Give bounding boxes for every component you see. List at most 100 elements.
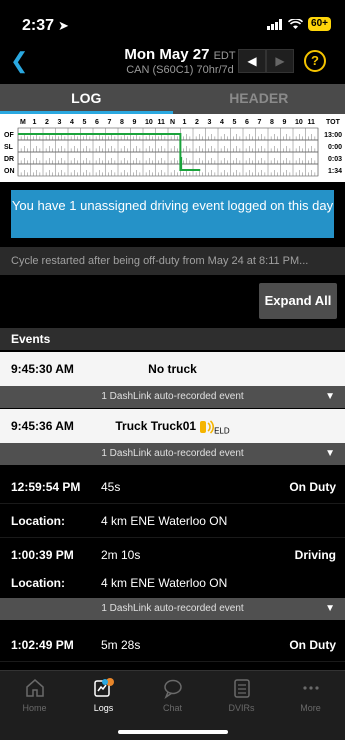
tab-chat-label: Chat [162, 703, 182, 713]
event-status: On Duty [289, 480, 336, 494]
expand-triangle-icon: ▼ [325, 603, 335, 614]
event-location-row: Location: 4 km ENE Waterloo ON [0, 504, 345, 538]
battery-icon: 60+ [308, 17, 331, 31]
hour-label: 8 [120, 119, 124, 126]
total-header: TOT [326, 119, 341, 126]
expand-all-button[interactable]: Expand All [259, 283, 337, 319]
eld-label: ELD [214, 426, 230, 436]
event-truck: No truck [148, 362, 197, 376]
day-navigation: ◀ ▶ [238, 49, 294, 73]
chat-icon [163, 679, 182, 699]
dvirs-icon [233, 679, 250, 698]
tab-logs-label: Logs [93, 703, 114, 713]
status-indicators: 60+ [267, 17, 331, 31]
event-time: 12:59:54 PM [11, 480, 81, 494]
dashlink-label: 1 DashLink auto-recorded event [101, 391, 244, 402]
event-status: On Duty [289, 638, 336, 652]
row-label: ON [4, 168, 15, 175]
hour-label: 2 [195, 119, 199, 126]
hour-label: 10 [145, 119, 153, 126]
dashlink-row[interactable]: 1 DashLink auto-recorded event ▼ [0, 443, 345, 465]
back-button[interactable]: ❮ [10, 50, 28, 72]
hour-label: 7 [108, 119, 112, 126]
timezone-label: EDT [213, 50, 236, 62]
hour-label: 1 [183, 119, 187, 126]
hour-label: 8 [270, 119, 274, 126]
logs-icon [93, 678, 114, 697]
hour-label: 9 [283, 119, 287, 126]
hour-label: 5 [233, 119, 237, 126]
location-arrow-icon: ➤ [58, 18, 69, 33]
event-row-on-duty[interactable]: 12:59:54 PM 45s On Duty [0, 470, 345, 504]
hour-label: M [20, 119, 26, 126]
row-label: OF [4, 132, 14, 139]
dashlink-row[interactable]: 1 DashLink auto-recorded event ▼ [0, 386, 345, 408]
log-date: Mon May 27 EDT [100, 46, 260, 63]
unassigned-event-banner[interactable]: You have 1 unassigned driving event logg… [11, 190, 334, 238]
event-duration: 45s [101, 480, 121, 494]
tab-header[interactable]: HEADER [173, 84, 345, 114]
hour-label: 11 [158, 119, 166, 126]
row-total: 0:03 [328, 156, 342, 163]
event-location-row: Location: 4 km ENE Waterloo ON [0, 566, 345, 600]
tab-chat[interactable]: Chat [138, 677, 207, 713]
eld-signal-icon [200, 420, 215, 434]
nav-bar: ❮ Mon May 27 EDT CAN (S60C1) 70hr/7d ◀ ▶… [0, 40, 345, 84]
hour-label: 10 [295, 119, 303, 126]
location-label: Location: [11, 514, 65, 528]
help-icon[interactable]: ? [304, 50, 326, 72]
tab-logs[interactable]: Logs [69, 677, 138, 713]
tab-dvirs[interactable]: DVIRs [207, 677, 276, 713]
hour-label: 3 [208, 119, 212, 126]
row-label: DR [4, 156, 14, 163]
row-total: 13:00 [324, 132, 342, 139]
hour-label: 1 [33, 119, 37, 126]
event-time: 1:02:49 PM [11, 638, 74, 652]
wifi-icon [288, 18, 304, 29]
log-date-text: Mon May 27 [124, 46, 210, 63]
row-label: SL [4, 144, 14, 151]
next-day-button[interactable]: ▶ [266, 49, 294, 73]
location-value: 4 km ENE Waterloo ON [101, 576, 228, 590]
event-row-truck[interactable]: 9:45:36 AM Truck Truck01 ELD [0, 409, 345, 443]
expand-triangle-icon: ▼ [325, 391, 335, 402]
hour-label: 4 [220, 119, 224, 126]
more-icon [302, 686, 319, 690]
tab-log[interactable]: LOG [0, 84, 173, 114]
hour-label: 7 [258, 119, 262, 126]
cycle-rule: CAN (S60C1) 70hr/7d [126, 64, 234, 76]
tab-home[interactable]: Home [0, 677, 69, 713]
dashlink-label: 1 DashLink auto-recorded event [101, 603, 244, 614]
status-bar: 2:37 ➤ 60+ [0, 0, 345, 40]
previous-day-button[interactable]: ◀ [238, 49, 266, 73]
date-header: Mon May 27 EDT CAN (S60C1) 70hr/7d [100, 46, 260, 76]
events-header: Events [0, 328, 345, 350]
tab-home-label: Home [22, 703, 47, 713]
row-total: 0:00 [328, 144, 342, 151]
hour-label: 2 [45, 119, 49, 126]
hour-label: 4 [70, 119, 74, 126]
dashlink-row[interactable]: 1 DashLink auto-recorded event ▼ [0, 598, 345, 620]
signal-icon [267, 18, 283, 30]
event-row-no-truck[interactable]: 9:45:30 AM No truck [0, 352, 345, 386]
truck-name: Truck Truck01 [115, 419, 197, 433]
hour-label: 5 [83, 119, 87, 126]
row-total: 1:34 [328, 168, 342, 175]
tab-more-label: More [300, 703, 321, 713]
location-label: Location: [11, 576, 65, 590]
expand-triangle-icon: ▼ [325, 448, 335, 459]
hour-label: 6 [245, 119, 249, 126]
location-value: 4 km ENE Waterloo ON [101, 514, 228, 528]
tab-dvirs-label: DVIRs [228, 703, 255, 713]
hour-label: 11 [308, 119, 316, 126]
log-tabs: LOG HEADER [0, 84, 345, 114]
home-indicator [118, 730, 228, 734]
status-time: 2:37 [22, 17, 55, 34]
tab-more[interactable]: More [276, 677, 345, 713]
event-row-on-duty[interactable]: 1:02:49 PM 5m 28s On Duty [0, 628, 345, 662]
cycle-restart-text[interactable]: Cycle restarted after being off-duty fro… [0, 247, 345, 275]
hour-label: N [170, 119, 175, 126]
event-duration: 5m 28s [101, 638, 141, 652]
hour-label: 6 [95, 119, 99, 126]
hos-graph[interactable]: M 1 2 3 4 5 6 7 8 9 10 11 N 1 2 3 4 5 6 7 8 9 10 11 TOT OF 13:00 SL… [0, 114, 345, 182]
